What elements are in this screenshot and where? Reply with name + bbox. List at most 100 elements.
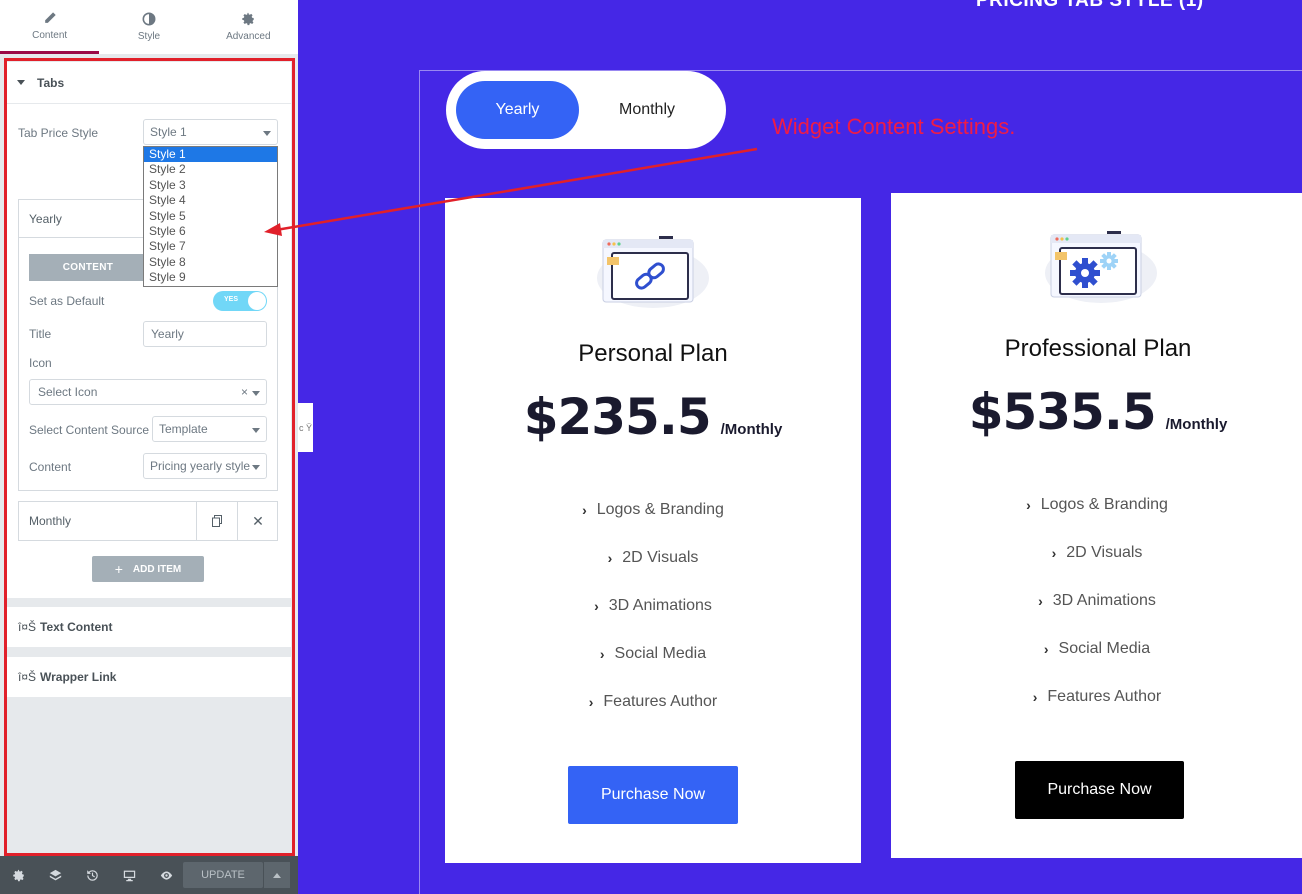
content-tab-button[interactable]: CONTENT: [29, 254, 147, 281]
tab-style-label: Style: [137, 31, 161, 42]
style-option[interactable]: Style 9: [144, 270, 277, 285]
add-item-button[interactable]: + ADD ITEM: [92, 556, 204, 582]
wrapper-link-title: Wrapper Link: [40, 670, 117, 684]
style-option[interactable]: Style 6: [144, 224, 277, 239]
tabs-section-title: Tabs: [37, 75, 65, 90]
section-icon: î¤Š: [18, 670, 37, 684]
settings-button[interactable]: [0, 856, 37, 894]
chevron-right-icon: ›: [607, 550, 613, 566]
set-default-label: Set as Default: [29, 294, 105, 308]
chevron-right-icon: ›: [599, 646, 605, 662]
responsive-button[interactable]: [111, 856, 148, 894]
section-icon: î¤Š: [18, 620, 37, 634]
content-source-value: Template: [159, 422, 208, 436]
content-template-select[interactable]: Pricing yearly style: [143, 453, 267, 479]
tab-content[interactable]: Content: [0, 0, 100, 54]
history-button[interactable]: [74, 856, 111, 894]
feature-text: Logos & Branding: [596, 501, 724, 518]
style-option[interactable]: Style 8: [144, 255, 277, 270]
tab-style[interactable]: Style: [99, 0, 198, 54]
repeater-item-title: Monthly: [29, 514, 72, 528]
tab-price-style-label: Tab Price Style: [18, 126, 99, 140]
chevron-right-icon: ›: [1032, 689, 1038, 705]
tab-content-label: Content: [32, 29, 68, 41]
feature-text: Features Author: [603, 693, 718, 710]
content-source-select[interactable]: Template: [152, 416, 267, 442]
tab-price-style-select[interactable]: Style 1: [143, 119, 278, 145]
panel-tabs: Content Style Advanced: [0, 0, 298, 54]
tab-advanced[interactable]: Advanced: [199, 0, 298, 54]
title-input-value: Yearly: [151, 327, 184, 341]
feature-item: › Logos & Branding: [445, 486, 861, 534]
feature-item: › 3D Animations: [887, 577, 1302, 625]
gear-icon: [13, 869, 24, 881]
feature-item: › 3D Animations: [445, 582, 861, 630]
plan-name: Personal Plan: [578, 340, 728, 367]
save-options-button[interactable]: [263, 862, 290, 888]
tabs-section-header[interactable]: Tabs: [7, 62, 291, 104]
set-default-toggle[interactable]: YES: [213, 291, 267, 311]
style-option[interactable]: Style 1: [144, 147, 277, 163]
panel-collapse-handle[interactable]: c Ÿ: [298, 403, 313, 452]
purchase-button[interactable]: Purchase Now: [568, 766, 738, 824]
layers-icon: [49, 869, 62, 880]
title-input[interactable]: Yearly: [143, 321, 267, 347]
update-button[interactable]: UPDATE: [183, 862, 263, 888]
text-content-title: Text Content: [40, 620, 113, 634]
style-option[interactable]: Style 7: [144, 239, 277, 254]
style-option[interactable]: Style 3: [144, 178, 277, 193]
feature-item: › Features Author: [445, 678, 861, 726]
content-template-value: Pricing yearly style: [150, 459, 250, 473]
feature-text: 2D Visuals: [1066, 544, 1143, 561]
remove-button[interactable]: ✕: [237, 502, 278, 540]
chevron-down-icon: [252, 391, 260, 396]
chevron-right-icon: ›: [594, 598, 599, 614]
icon-select-placeholder: Select Icon: [38, 385, 98, 399]
plus-icon: +: [114, 561, 123, 577]
style-option[interactable]: Style 4: [144, 193, 277, 208]
style-option[interactable]: Style 5: [144, 209, 277, 224]
pricing-tab-switch: Yearly Monthly: [446, 71, 726, 149]
clear-icon[interactable]: ×: [241, 385, 248, 399]
chevron-right-icon: ›: [1026, 497, 1031, 513]
tab-price-style-value: Style 1: [150, 125, 187, 139]
feature-text: 3D Animations: [608, 597, 712, 614]
plan-name: Professional Plan: [1004, 335, 1192, 362]
style-option[interactable]: Style 2: [144, 162, 277, 177]
feature-text: 3D Animations: [1052, 592, 1156, 609]
purchase-button[interactable]: Purchase Now: [1015, 761, 1184, 819]
chevron-down-icon: [252, 428, 260, 433]
tab-advanced-label: Advanced: [226, 31, 271, 42]
chevron-down-icon: [263, 131, 271, 136]
repeater-item-title: Yearly: [29, 211, 62, 226]
title-label: Title: [29, 327, 52, 341]
feature-text: Social Media: [1058, 640, 1151, 657]
chevron-right-icon: ›: [582, 502, 587, 518]
eye-icon: [160, 870, 173, 880]
add-item-label: ADD ITEM: [132, 563, 182, 575]
chevron-down-icon: [252, 465, 260, 470]
copy-icon: [212, 515, 222, 527]
text-content-section[interactable]: î¤Š Text Content: [7, 607, 291, 647]
toggle-knob: [248, 292, 266, 310]
wrapper-link-section[interactable]: î¤Š Wrapper Link: [7, 657, 291, 697]
caret-down-icon: [17, 80, 25, 85]
tab-monthly[interactable]: Monthly: [587, 81, 707, 139]
link-window-icon: [597, 236, 709, 308]
history-icon: [87, 869, 98, 881]
preview-button[interactable]: [148, 856, 185, 894]
feature-list: › Logos & Branding › 2D Visuals › 3D Animat…: [445, 486, 861, 726]
feature-text: Social Media: [614, 645, 707, 662]
chevron-right-icon: ›: [1038, 593, 1043, 609]
feature-item: › 2D Visuals: [445, 534, 861, 582]
content-label: Content: [29, 460, 72, 474]
page-title: PRICING TAB STYLE (1): [976, 0, 1204, 11]
duplicate-button[interactable]: [196, 502, 237, 540]
tab-yearly[interactable]: Yearly: [456, 81, 579, 139]
plan-price: $235.5: [523, 388, 712, 446]
feature-item: › Features Author: [887, 673, 1302, 721]
navigator-button[interactable]: [37, 856, 74, 894]
icon-select[interactable]: Select Icon ×: [29, 379, 267, 405]
feature-item: › 2D Visuals: [887, 529, 1302, 577]
feature-item: › Social Media: [887, 625, 1302, 673]
